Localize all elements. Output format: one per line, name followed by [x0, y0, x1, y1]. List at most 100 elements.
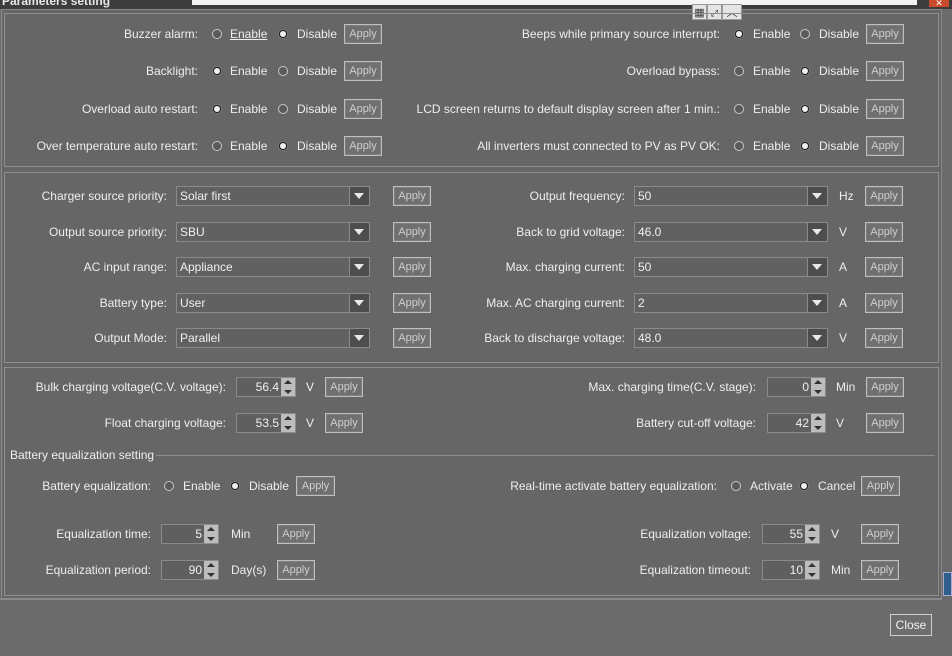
spin-down-icon[interactable]: [811, 423, 825, 432]
pv-ok-disable-radio[interactable]: [800, 141, 810, 151]
max-ac-charging-current-apply-button[interactable]: Apply: [865, 293, 903, 313]
output-source-priority-select[interactable]: SBU: [176, 222, 370, 242]
spin-up-icon[interactable]: [805, 525, 819, 534]
back-to-grid-voltage-apply-button[interactable]: Apply: [865, 222, 903, 242]
backlight-apply-button[interactable]: Apply: [344, 61, 382, 81]
battery-equalization-apply-button[interactable]: Apply: [296, 476, 335, 496]
bulk-charging-voltage-spinner[interactable]: 56.4: [236, 377, 296, 397]
lcd-return-enable-text[interactable]: Enable: [753, 101, 790, 117]
side-tab-icon[interactable]: [943, 572, 952, 596]
float-charging-voltage-apply-button[interactable]: Apply: [325, 413, 363, 433]
ac-input-range-select[interactable]: Appliance: [176, 257, 370, 277]
overload-bypass-apply-button[interactable]: Apply: [866, 61, 904, 81]
battery-equalization-enable-text[interactable]: Enable: [183, 478, 220, 494]
spin-up-icon[interactable]: [281, 378, 295, 387]
back-to-discharge-voltage-select[interactable]: 48.0: [634, 328, 828, 348]
window-close-icon[interactable]: ✕: [929, 0, 949, 7]
max-charging-time-spinner[interactable]: 0: [767, 377, 826, 397]
backlight-disable-radio[interactable]: [278, 66, 288, 76]
output-mode-select[interactable]: Parallel: [176, 328, 370, 348]
chevron-down-icon[interactable]: [349, 187, 369, 205]
overload-auto-restart-disable-radio[interactable]: [278, 104, 288, 114]
beeps-disable-radio[interactable]: [800, 29, 810, 39]
back-to-grid-voltage-select[interactable]: 46.0: [634, 222, 828, 242]
beeps-disable-text[interactable]: Disable: [819, 26, 859, 42]
over-temp-disable-radio[interactable]: [278, 141, 288, 151]
lcd-return-disable-radio[interactable]: [800, 104, 810, 114]
buzzer-alarm-apply-button[interactable]: Apply: [344, 24, 382, 44]
max-charging-current-select[interactable]: 50: [634, 257, 828, 277]
buzzer-alarm-disable-radio[interactable]: [278, 29, 288, 39]
realtime-cancel-text[interactable]: Cancel: [818, 478, 855, 494]
chevron-down-icon[interactable]: [807, 258, 827, 276]
equalization-time-spinner[interactable]: 5: [161, 524, 219, 544]
chevron-down-icon[interactable]: [349, 223, 369, 241]
chevron-down-icon[interactable]: [807, 187, 827, 205]
spin-down-icon[interactable]: [805, 534, 819, 543]
equalization-voltage-spinner[interactable]: 55: [762, 524, 820, 544]
max-charging-time-apply-button[interactable]: Apply: [866, 377, 904, 397]
ac-input-range-apply-button[interactable]: Apply: [393, 257, 431, 277]
spin-down-icon[interactable]: [204, 534, 218, 543]
beeps-apply-button[interactable]: Apply: [866, 24, 904, 44]
overload-bypass-enable-text[interactable]: Enable: [753, 63, 790, 79]
output-source-priority-apply-button[interactable]: Apply: [393, 222, 431, 242]
pv-ok-enable-text[interactable]: Enable: [753, 138, 790, 154]
realtime-equalization-apply-button[interactable]: Apply: [861, 476, 900, 496]
overload-auto-restart-enable-radio[interactable]: [212, 104, 222, 114]
realtime-activate-text[interactable]: Activate: [750, 478, 793, 494]
chevron-down-icon[interactable]: [807, 329, 827, 347]
output-mode-apply-button[interactable]: Apply: [393, 328, 431, 348]
chevron-down-icon[interactable]: [349, 258, 369, 276]
battery-equalization-disable-text[interactable]: Disable: [249, 478, 289, 494]
battery-equalization-enable-radio[interactable]: [164, 481, 174, 491]
beeps-enable-radio[interactable]: [734, 29, 744, 39]
output-frequency-select[interactable]: 50: [634, 186, 828, 206]
spin-up-icon[interactable]: [811, 414, 825, 423]
over-temp-enable-radio[interactable]: [212, 141, 222, 151]
equalization-voltage-apply-button[interactable]: Apply: [861, 524, 899, 544]
battery-equalization-disable-radio[interactable]: [230, 481, 240, 491]
spin-down-icon[interactable]: [204, 570, 218, 579]
equalization-period-apply-button[interactable]: Apply: [277, 560, 315, 580]
pv-ok-apply-button[interactable]: Apply: [866, 136, 904, 156]
over-temp-disable-text[interactable]: Disable: [297, 138, 337, 154]
battery-cutoff-voltage-apply-button[interactable]: Apply: [866, 413, 904, 433]
overload-bypass-disable-radio[interactable]: [800, 66, 810, 76]
overload-bypass-enable-radio[interactable]: [734, 66, 744, 76]
equalization-timeout-spinner[interactable]: 10: [762, 560, 820, 580]
equalization-time-apply-button[interactable]: Apply: [277, 524, 315, 544]
spin-down-icon[interactable]: [281, 387, 295, 396]
buzzer-alarm-enable-radio[interactable]: [212, 29, 222, 39]
pv-ok-disable-text[interactable]: Disable: [819, 138, 859, 154]
equalization-timeout-apply-button[interactable]: Apply: [861, 560, 899, 580]
backlight-disable-text[interactable]: Disable: [297, 63, 337, 79]
spin-up-icon[interactable]: [811, 378, 825, 387]
realtime-activate-radio[interactable]: [731, 481, 741, 491]
close-button[interactable]: Close: [890, 614, 932, 636]
spin-up-icon[interactable]: [204, 525, 218, 534]
spin-up-icon[interactable]: [805, 561, 819, 570]
battery-type-select[interactable]: User: [176, 293, 370, 313]
pv-ok-enable-radio[interactable]: [734, 141, 744, 151]
buzzer-alarm-disable-text[interactable]: Disable: [297, 26, 337, 42]
max-ac-charging-current-select[interactable]: 2: [634, 293, 828, 313]
max-charging-current-apply-button[interactable]: Apply: [865, 257, 903, 277]
chevron-down-icon[interactable]: [349, 329, 369, 347]
output-frequency-apply-button[interactable]: Apply: [865, 186, 903, 206]
overload-auto-restart-enable-text[interactable]: Enable: [230, 101, 267, 117]
float-charging-voltage-spinner[interactable]: 53.5: [236, 413, 296, 433]
bulk-charging-voltage-apply-button[interactable]: Apply: [325, 377, 363, 397]
battery-type-apply-button[interactable]: Apply: [393, 293, 431, 313]
over-temp-apply-button[interactable]: Apply: [344, 136, 382, 156]
lcd-return-disable-text[interactable]: Disable: [819, 101, 859, 117]
beeps-enable-text[interactable]: Enable: [753, 26, 790, 42]
chevron-down-icon[interactable]: [349, 294, 369, 312]
spin-down-icon[interactable]: [805, 570, 819, 579]
back-to-discharge-voltage-apply-button[interactable]: Apply: [865, 328, 903, 348]
spin-down-icon[interactable]: [811, 387, 825, 396]
charger-source-priority-select[interactable]: Solar first: [176, 186, 370, 206]
lcd-return-enable-radio[interactable]: [734, 104, 744, 114]
equalization-period-spinner[interactable]: 90: [161, 560, 219, 580]
realtime-cancel-radio[interactable]: [799, 481, 809, 491]
